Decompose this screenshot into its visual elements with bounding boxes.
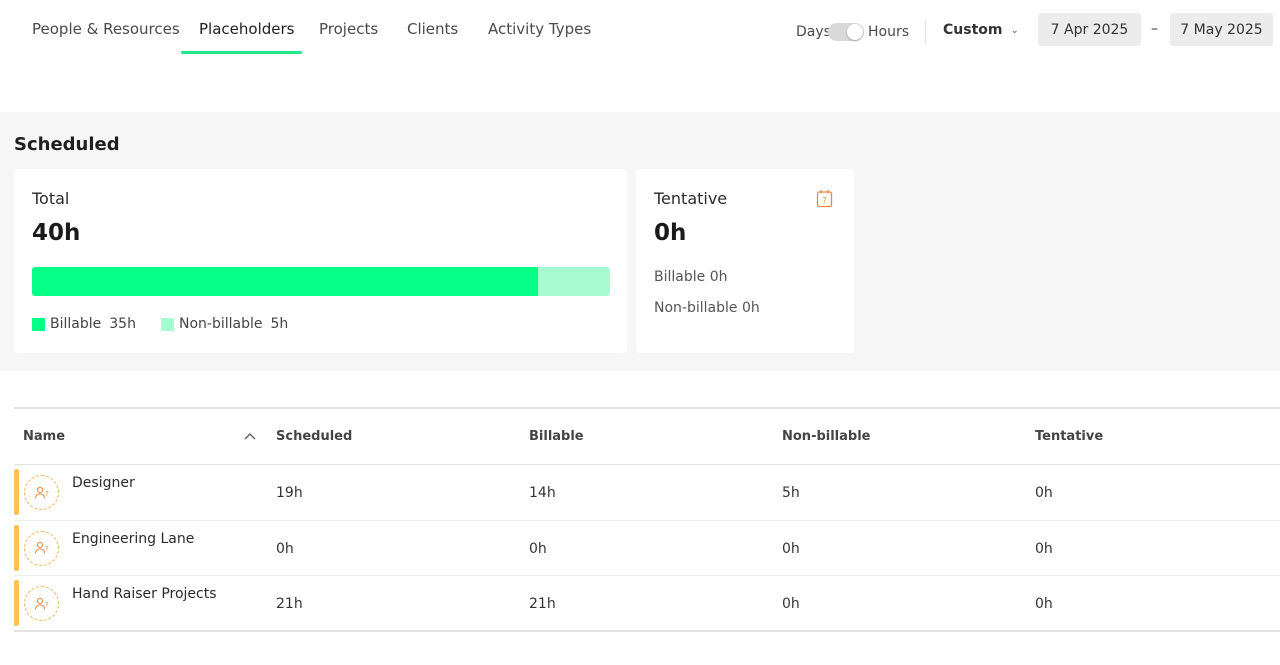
days-hours-toggle[interactable] xyxy=(828,23,864,41)
cell-tentative: 0h xyxy=(1035,596,1053,612)
hours-label: Hours xyxy=(868,24,910,40)
legend-non-billable-label: Non-billable xyxy=(179,316,263,332)
scheduled-summary: Scheduled Total 40h Billable 35h Non-bil… xyxy=(0,112,1280,371)
end-date-field[interactable]: 7 May 2025 xyxy=(1170,13,1273,46)
svg-text:?: ? xyxy=(45,490,49,498)
legend-billable-label: Billable xyxy=(50,316,102,332)
cell-tentative: 0h xyxy=(1035,485,1053,501)
total-card: Total 40h Billable 35h Non-billable 5h xyxy=(14,169,627,353)
active-tab-indicator xyxy=(181,51,302,54)
report-header: People & Resources Placeholders Projects… xyxy=(0,0,1280,62)
cell-tentative: 0h xyxy=(1035,540,1053,557)
tentative-card: Tentative ? 0h Billable 0h Non-billable … xyxy=(636,169,854,353)
billable-bar-fill xyxy=(32,267,538,296)
total-value: 40h xyxy=(32,220,81,246)
cell-non-billable: 0h xyxy=(782,596,800,612)
toggle-knob xyxy=(847,24,863,40)
tab-projects[interactable]: Projects xyxy=(319,20,378,38)
person-question-icon: ? xyxy=(34,486,49,499)
start-date-field[interactable]: 7 Apr 2025 xyxy=(1038,13,1141,46)
billable-swatch xyxy=(32,317,45,331)
table-row[interactable]: ? Hand Raiser Projects 21h 21h 0h 0h xyxy=(14,576,1280,632)
column-header-billable[interactable]: Billable xyxy=(529,429,584,444)
tab-activity-types[interactable]: Activity Types xyxy=(488,20,591,38)
total-label: Total xyxy=(32,189,70,208)
cell-scheduled: 21h xyxy=(276,596,303,612)
sort-ascending-icon[interactable] xyxy=(244,432,256,440)
non-billable-swatch xyxy=(161,317,174,331)
chevron-down-icon: ⌄ xyxy=(1010,25,1019,36)
legend-billable: Billable 35h xyxy=(32,316,136,332)
tab-placeholders[interactable]: Placeholders xyxy=(199,20,294,38)
row-name[interactable]: Designer xyxy=(72,475,135,491)
svg-text:?: ? xyxy=(822,197,827,207)
range-dropdown-label: Custom xyxy=(943,22,1003,38)
legend-non-billable: Non-billable 5h xyxy=(161,316,288,332)
table-row[interactable]: ? Engineering Lane 0h 0h 0h 0h xyxy=(14,521,1280,576)
row-name[interactable]: Hand Raiser Projects xyxy=(72,586,217,602)
placeholder-accent xyxy=(14,524,19,571)
person-question-icon: ? xyxy=(34,597,49,610)
person-question-icon: ? xyxy=(34,541,49,554)
placeholder-avatar-icon: ? xyxy=(24,530,59,566)
cell-non-billable: 0h xyxy=(782,540,800,557)
legend-non-billable-value: 5h xyxy=(270,316,289,332)
row-name[interactable]: Engineering Lane xyxy=(72,531,194,547)
legend-billable-value: 35h xyxy=(109,316,136,332)
placeholder-avatar-icon: ? xyxy=(24,586,59,621)
placeholder-accent xyxy=(14,580,19,626)
svg-text:?: ? xyxy=(45,601,49,609)
days-label: Days xyxy=(796,24,831,40)
tentative-value: 0h xyxy=(654,220,687,246)
tentative-billable: Billable 0h xyxy=(654,269,728,285)
cell-scheduled: 19h xyxy=(276,485,303,501)
calendar-question-icon: ? xyxy=(816,190,833,208)
table-row[interactable]: ? Designer 19h 14h 5h 0h xyxy=(14,465,1280,521)
cell-non-billable: 5h xyxy=(782,485,800,501)
cell-billable: 0h xyxy=(529,540,547,557)
cell-billable: 21h xyxy=(529,596,556,612)
billable-progress-bar xyxy=(32,267,610,296)
cell-billable: 14h xyxy=(529,485,556,501)
column-header-tentative[interactable]: Tentative xyxy=(1035,429,1103,444)
column-header-non-billable[interactable]: Non-billable xyxy=(782,429,871,444)
placeholder-avatar-icon: ? xyxy=(24,475,59,510)
cell-scheduled: 0h xyxy=(276,540,294,557)
tab-clients[interactable]: Clients xyxy=(407,20,458,38)
range-dropdown[interactable]: Custom ⌄ xyxy=(943,22,1019,38)
column-header-name[interactable]: Name xyxy=(23,429,65,444)
svg-text:?: ? xyxy=(45,545,49,553)
column-header-scheduled[interactable]: Scheduled xyxy=(276,429,352,444)
divider xyxy=(925,20,926,44)
placeholders-table: Name Scheduled Billable Non-billable Ten… xyxy=(14,407,1280,632)
placeholder-accent xyxy=(14,469,19,515)
tentative-non-billable: Non-billable 0h xyxy=(654,300,760,316)
table-header: Name Scheduled Billable Non-billable Ten… xyxy=(14,409,1280,465)
section-title: Scheduled xyxy=(14,134,120,155)
date-separator: – xyxy=(1151,21,1158,37)
tentative-label: Tentative xyxy=(654,189,728,208)
tab-people-resources[interactable]: People & Resources xyxy=(32,20,180,38)
